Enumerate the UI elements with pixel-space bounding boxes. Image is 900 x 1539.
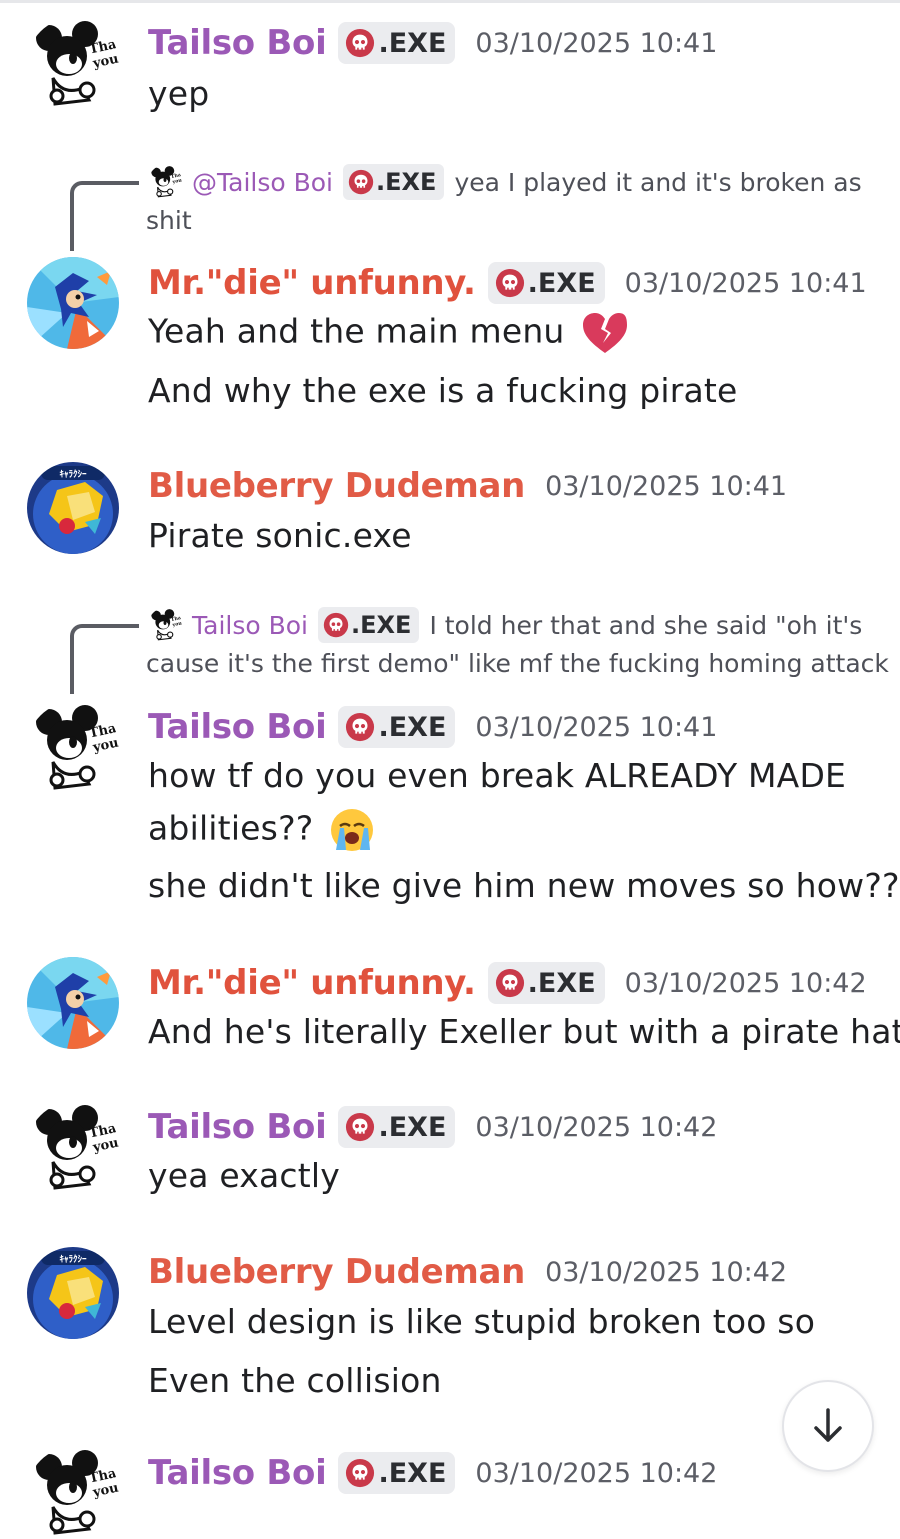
message-text: And he's literally Exeller but with a pi…: [148, 1012, 900, 1051]
avatar[interactable]: [27, 462, 119, 554]
message-text: abilities??: [148, 806, 376, 854]
username[interactable]: Tailso Boi: [148, 1107, 327, 1147]
message-text: yep: [148, 74, 210, 113]
username[interactable]: Mr."die" unfunny.: [148, 963, 476, 1003]
loudly-crying-face-emoji: [331, 809, 374, 851]
reply-mention[interactable]: Tailso Boi: [192, 611, 308, 640]
reply-text-continued: shit: [146, 206, 192, 235]
role-tag[interactable]: .EXE: [338, 1106, 456, 1148]
username[interactable]: Blueberry Dudeman: [148, 466, 525, 506]
message-text: Yeah and the main menu: [148, 311, 629, 355]
message-header: Blueberry Dudeman 03/10/2025 10:41: [148, 466, 787, 506]
timestamp: 03/10/2025 10:41: [545, 470, 788, 502]
reply-avatar: [148, 165, 182, 199]
arrow-down-icon: [814, 1408, 842, 1442]
timestamp: 03/10/2025 10:42: [545, 1256, 788, 1288]
role-tag[interactable]: .EXE: [338, 706, 456, 748]
avatar[interactable]: [27, 957, 119, 1049]
message-header: Mr."die" unfunny. .EXE 03/10/2025 10:42: [148, 962, 867, 1004]
reply-spine: [70, 181, 139, 251]
username[interactable]: Blueberry Dudeman: [148, 1252, 525, 1292]
message-text: Level design is like stupid broken too s…: [148, 1302, 816, 1341]
reply-role-tag: .EXE: [343, 164, 445, 200]
role-tag[interactable]: .EXE: [338, 22, 456, 64]
skull-icon: [495, 968, 525, 998]
message-text: she didn't like give him new moves so ho…: [148, 866, 900, 905]
message-header: Blueberry Dudeman 03/10/2025 10:42: [148, 1252, 787, 1292]
role-tag[interactable]: .EXE: [487, 262, 605, 304]
skull-icon: [495, 268, 525, 298]
username[interactable]: Tailso Boi: [148, 1453, 327, 1493]
username[interactable]: Tailso Boi: [148, 707, 327, 747]
username[interactable]: Mr."die" unfunny.: [148, 263, 476, 303]
message-header: Tailso Boi .EXE 03/10/2025 10:42: [148, 1452, 717, 1494]
reply-role-tag: .EXE: [318, 607, 420, 643]
avatar[interactable]: [27, 18, 119, 110]
timestamp: 03/10/2025 10:42: [475, 1457, 718, 1489]
role-tag[interactable]: .EXE: [338, 1452, 456, 1494]
reply-spine: [70, 624, 139, 694]
message-header: Mr."die" unfunny. .EXE 03/10/2025 10:41: [148, 262, 867, 304]
skull-icon: [345, 1112, 375, 1142]
reply-text: I told her that and she said "oh it's: [429, 610, 863, 640]
username[interactable]: Tailso Boi: [148, 23, 327, 63]
avatar[interactable]: [27, 702, 119, 794]
message-text: And why the exe is a fucking pirate: [148, 371, 738, 410]
broken-heart-emoji: [583, 313, 628, 353]
top-divider: [0, 0, 900, 3]
reply-mention[interactable]: @Tailso Boi: [192, 168, 333, 197]
reply-text: yea I played it and it's broken as: [454, 167, 862, 197]
avatar[interactable]: [27, 1102, 119, 1194]
message-text: yea exactly: [148, 1156, 340, 1195]
timestamp: 03/10/2025 10:41: [475, 711, 718, 743]
message-text: how tf do you even break ALREADY MADE: [148, 756, 847, 795]
timestamp: 03/10/2025 10:41: [624, 267, 867, 299]
skull-icon: [345, 712, 375, 742]
skull-icon: [323, 612, 349, 638]
avatar[interactable]: [27, 257, 119, 349]
avatar[interactable]: [27, 1447, 119, 1539]
message-header: Tailso Boi .EXE 03/10/2025 10:42: [148, 1106, 717, 1148]
timestamp: 03/10/2025 10:42: [475, 1111, 718, 1143]
skull-icon: [345, 28, 375, 58]
message-header: Tailso Boi .EXE 03/10/2025 10:41: [148, 706, 717, 748]
message-text: Even the collision: [148, 1361, 442, 1400]
timestamp: 03/10/2025 10:42: [624, 967, 867, 999]
jump-to-bottom-button[interactable]: [782, 1380, 874, 1472]
message-text: Pirate sonic.exe: [148, 516, 412, 555]
skull-icon: [348, 169, 374, 195]
timestamp: 03/10/2025 10:41: [475, 27, 718, 59]
skull-icon: [345, 1458, 375, 1488]
role-tag[interactable]: .EXE: [487, 962, 605, 1004]
reply-avatar: [148, 608, 182, 642]
message-header: Tailso Boi .EXE 03/10/2025 10:41: [148, 22, 717, 64]
avatar[interactable]: [27, 1247, 119, 1339]
reply-text-continued: cause it's the first demo" like mf the f…: [146, 649, 889, 678]
